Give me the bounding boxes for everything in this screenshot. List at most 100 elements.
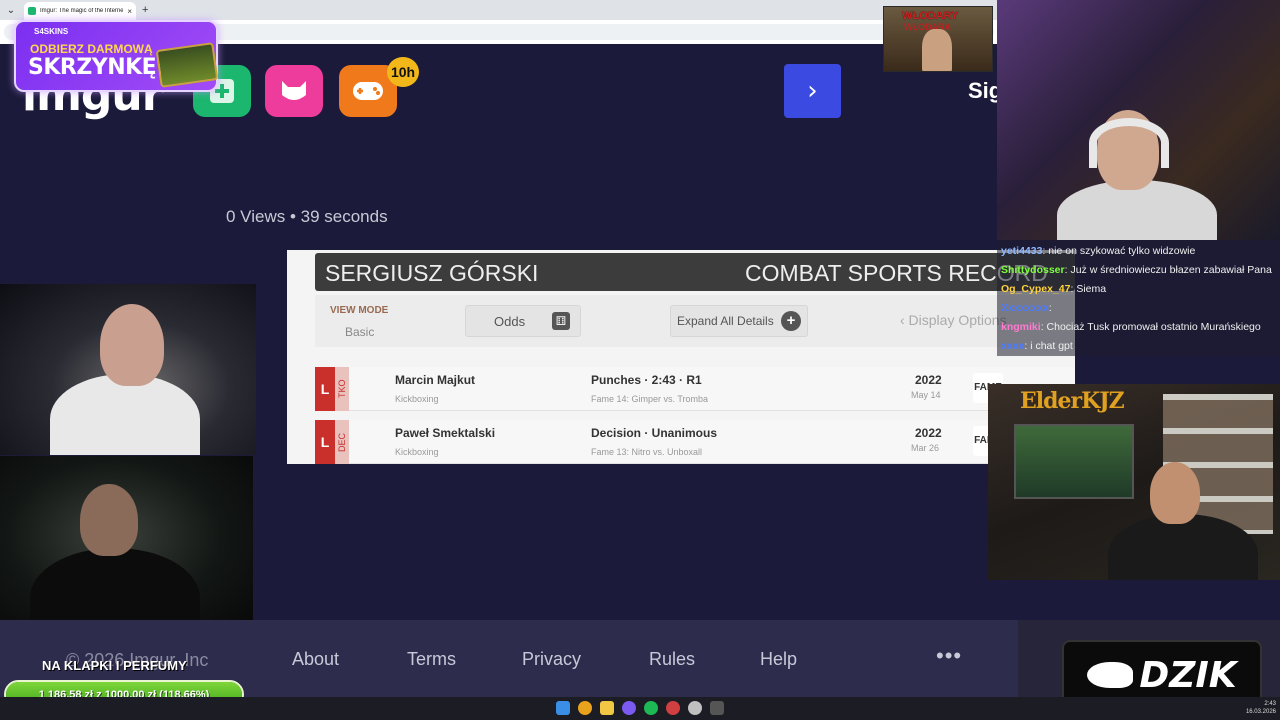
- chat-text: Siema: [1076, 283, 1107, 295]
- chat-message: xxxx: i chat gpt: [1001, 337, 1276, 356]
- fight-result-detail: Punches · 2:43 · R1: [591, 373, 702, 387]
- promo-banner: S4SKINS ODBIERZ DARMOWĄ SKRZYNKĘ!: [14, 20, 219, 92]
- expand-label: Expand All Details: [677, 314, 774, 328]
- chrome-icon[interactable]: [578, 701, 592, 715]
- new-tab-button[interactable]: +: [142, 4, 148, 16]
- post-image: SERGIUSZ GÓRSKI COMBAT SPORTS RECORD VIE…: [287, 250, 1075, 464]
- footer-link-about[interactable]: About: [292, 649, 339, 670]
- aquarium: [1014, 424, 1134, 499]
- view-mode-value: Basic: [345, 325, 375, 339]
- goal-label: NA KLAPKI I PERFUMY: [42, 658, 187, 673]
- chat-text: Chociaż Tusk promował ostatnio Murańskie…: [1046, 321, 1261, 333]
- app-icon[interactable]: [688, 701, 702, 715]
- record-controls: VIEW MODE Basic Odds ⚅ Expand All Detail…: [315, 295, 1075, 347]
- display-options: ‹ Display Options: [900, 312, 1007, 328]
- chat-username: yeti4433: [1001, 245, 1043, 257]
- tab-list-icon[interactable]: ⌄: [4, 5, 18, 16]
- post-meta: 0 Views • 39 seconds: [226, 207, 388, 227]
- fight-date: Mar 26: [911, 443, 940, 453]
- chat-overlay: yeti4433: nie on szykować tylko widzowie…: [997, 240, 1280, 356]
- poster-figure: [922, 29, 952, 71]
- webcam-bottom-left: [0, 456, 253, 634]
- chat-username: Og_Cypex_47: [1001, 283, 1071, 295]
- footer-link-rules[interactable]: Rules: [649, 649, 695, 670]
- chat-username: Shittydosser: [1001, 264, 1065, 276]
- fight-method: TKO: [335, 367, 349, 411]
- fight-year: 2022: [915, 426, 942, 440]
- tab-title: Imgur: The magic of the Internet: [40, 8, 124, 14]
- odds-button: Odds ⚅: [465, 305, 581, 337]
- chat-username: Xxxxxxxx: [1001, 302, 1049, 314]
- poster-title: WŁODARY: [902, 10, 959, 22]
- fight-year: 2022: [915, 373, 942, 387]
- cohost-head: [1150, 462, 1200, 524]
- folder-icon[interactable]: [600, 701, 614, 715]
- promo-line1: ODBIERZ DARMOWĄ: [30, 42, 153, 56]
- crate-icon: [155, 42, 219, 88]
- start-icon[interactable]: [556, 701, 570, 715]
- chat-message: Og_Cypex_47: Siema: [1001, 280, 1276, 299]
- tab-close-icon[interactable]: ×: [127, 7, 132, 16]
- chat-message: yeti4433: nie on szykować tylko widzowie: [1001, 242, 1276, 261]
- chat-message: kngmiki: Chociaż Tusk promował ostatnio …: [1001, 318, 1276, 337]
- meta-separator: •: [289, 207, 296, 226]
- discord-icon[interactable]: [622, 701, 636, 715]
- imgur-favicon-icon: [28, 7, 36, 15]
- views-count: 0 Views: [226, 207, 286, 226]
- cat-icon: [282, 81, 306, 100]
- streamer-body: [50, 374, 200, 455]
- os-taskbar: [0, 697, 1280, 720]
- webcam-top-right: [997, 0, 1280, 240]
- chat-separator: :: [1048, 302, 1052, 314]
- fight-date: May 14: [911, 390, 941, 400]
- sign-in-link[interactable]: Sign In: [968, 78, 998, 104]
- footer-link-help[interactable]: Help: [760, 649, 797, 670]
- plus-icon: +: [781, 311, 801, 331]
- promo-brand: S4SKINS: [34, 27, 69, 36]
- elder-logo: ElderKJZ: [1020, 388, 1125, 414]
- promo-line2: SKRZYNKĘ!: [28, 55, 166, 80]
- record-header: SERGIUSZ GÓRSKI COMBAT SPORTS RECORD: [315, 253, 1075, 291]
- fight-event: Fame 13: Nitro vs. Unboxall: [591, 447, 703, 457]
- gamepad-icon: [353, 82, 383, 100]
- games-timer-badge: 10h: [387, 57, 419, 87]
- fight-row: L TKO Marcin Majkut Kickboxing Punches ·…: [315, 367, 1075, 411]
- webcam-top-left: [0, 284, 256, 455]
- next-post-button[interactable]: ›: [784, 64, 841, 118]
- chat-username: kngmiki: [1001, 321, 1041, 333]
- footer-link-privacy[interactable]: Privacy: [522, 649, 581, 670]
- fight-opponent: Paweł Smektalski: [395, 426, 496, 440]
- clock-date: 16.03.2026: [1245, 709, 1276, 715]
- cat-app-button[interactable]: [265, 65, 323, 117]
- fight-result: L: [315, 420, 335, 464]
- fight-result: L: [315, 367, 335, 411]
- footer-link-terms[interactable]: Terms: [407, 649, 456, 670]
- fight-method: DEC: [335, 420, 349, 464]
- chat-message: Xxxxxxxx:: [1001, 299, 1276, 318]
- more-options-icon[interactable]: •••: [936, 643, 962, 669]
- chat-text: Już w średniowieczu błazen zabawiał Pana: [1070, 264, 1272, 276]
- webcam-middle-right: ElderKJZ: [988, 384, 1280, 580]
- fight-event: Fame 14: Gimper vs. Tromba: [591, 394, 709, 404]
- fight-row: L DEC Paweł Smektalski Kickboxing Decisi…: [315, 420, 1075, 464]
- chat-text: i chat gpt: [1030, 340, 1073, 352]
- system-clock: 2:43 16.03.2026: [1228, 700, 1276, 716]
- streamer-head: [100, 304, 164, 386]
- odds-label: Odds: [494, 313, 526, 329]
- post-duration: 39 seconds: [300, 207, 388, 226]
- fight-sport: Kickboxing: [395, 447, 439, 457]
- view-mode-label: VIEW MODE: [330, 305, 389, 316]
- chat-username: xxxx: [1001, 340, 1025, 352]
- fight-opponent: Marcin Majkut: [395, 373, 476, 387]
- dzik-text: DZIK: [1139, 654, 1237, 696]
- expand-all-button: Expand All Details +: [670, 305, 808, 337]
- poster-overlay: WŁODARY WŁODARA: [883, 6, 993, 72]
- headphones-icon: [1089, 118, 1169, 168]
- obs-icon[interactable]: [710, 701, 724, 715]
- spotify-icon[interactable]: [644, 701, 658, 715]
- chat-text: nie on szykować tylko widzowie: [1048, 245, 1196, 257]
- browser-icon[interactable]: [666, 701, 680, 715]
- fight-result-detail: Decision · Unanimous: [591, 426, 718, 440]
- guest-head: [80, 484, 138, 556]
- browser-tab[interactable]: Imgur: The magic of the Internet ×: [24, 2, 136, 20]
